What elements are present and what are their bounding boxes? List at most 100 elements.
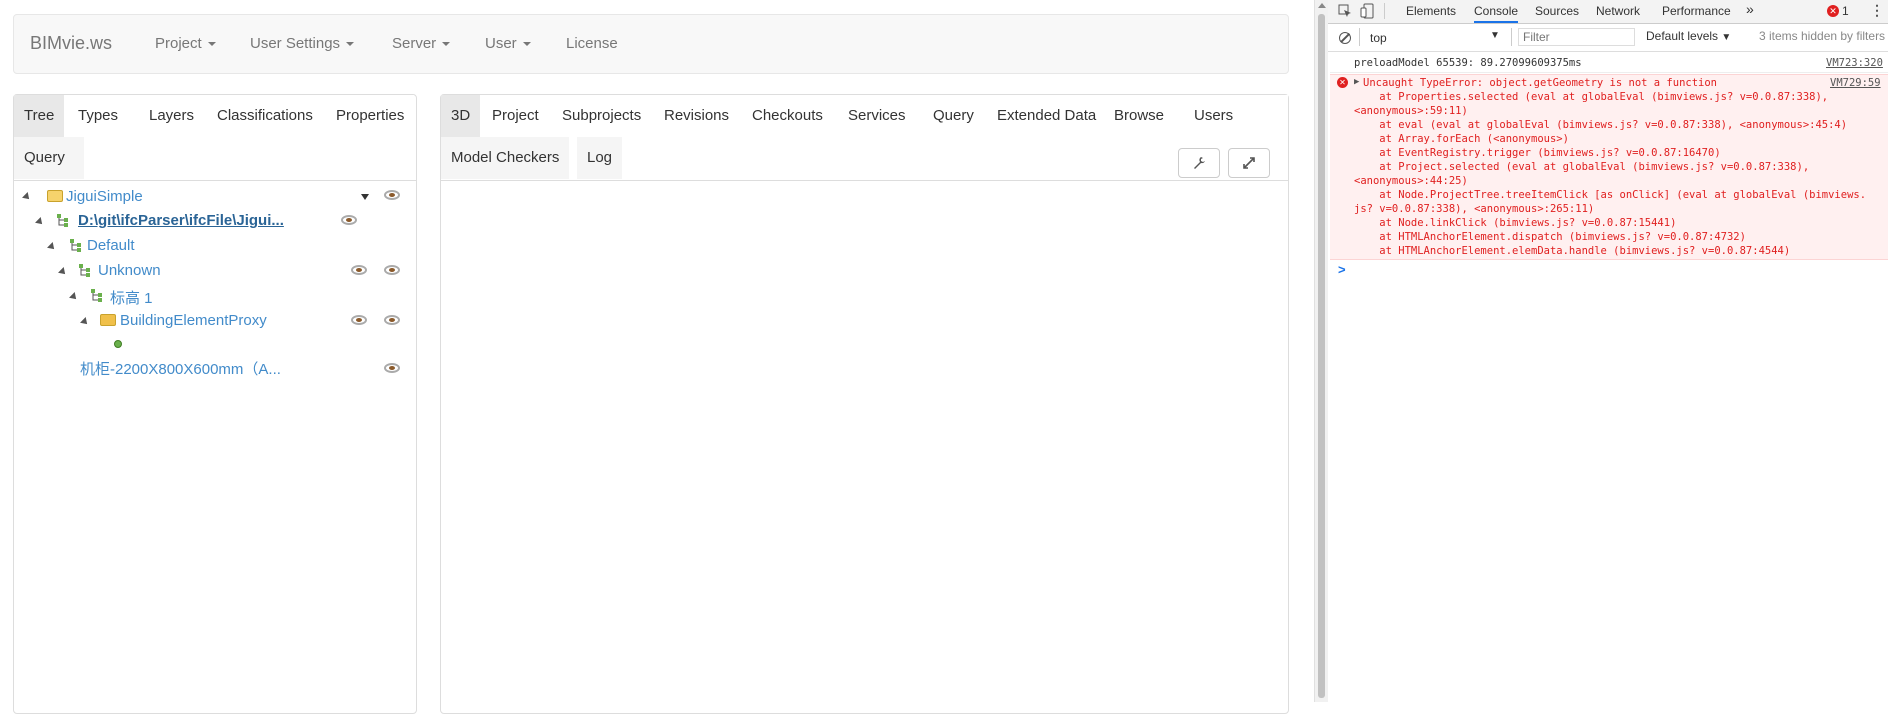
tab-3d[interactable]: 3D [441, 95, 481, 137]
wrench-icon [1194, 157, 1205, 169]
eye-icon[interactable] [351, 315, 367, 325]
divider [1359, 28, 1360, 46]
devtools-tab-elements[interactable]: Elements [1406, 4, 1456, 18]
error-source-link[interactable]: VM729:59 [1830, 77, 1881, 89]
context-selector[interactable]: top ▼ [1366, 28, 1506, 46]
folder-icon [47, 190, 63, 202]
eye-icon[interactable] [351, 265, 367, 275]
hierarchy-icon [70, 239, 81, 252]
tab-model-checkers[interactable]: Model Checkers [441, 137, 570, 179]
tab-log[interactable]: Log [577, 137, 623, 179]
nav-project-menu[interactable]: Project [155, 35, 216, 52]
nav-user-settings-label: User Settings [250, 35, 341, 52]
hierarchy-icon [57, 214, 68, 227]
caret-down-icon [442, 42, 451, 47]
eye-icon[interactable] [384, 190, 400, 200]
console-input[interactable] [1352, 262, 1882, 280]
tab-tree[interactable]: Tree [14, 95, 65, 137]
eye-icon[interactable] [384, 265, 400, 275]
tab-browse[interactable]: Browse [1104, 95, 1174, 137]
expand-toggle-icon[interactable] [35, 217, 45, 227]
device-toolbar-icon[interactable] [1360, 3, 1374, 19]
caret-down-icon [346, 42, 355, 47]
tab-query[interactable]: Query [14, 137, 84, 179]
viewer-3d-canvas[interactable] [441, 181, 1288, 702]
tab-properties[interactable]: Properties [326, 95, 415, 137]
error-icon: ✕ [1337, 77, 1348, 88]
tree-item-jiguisimple[interactable]: JiguiSimple [66, 188, 143, 205]
tab-classifications[interactable]: Classifications [207, 95, 323, 137]
more-tabs-chevron-icon[interactable]: » [1746, 1, 1754, 17]
log-source-link[interactable]: VM723:320 [1826, 57, 1883, 69]
stack-line[interactable]: at eval (eval at globalEval (bimviews.js… [1354, 119, 1847, 131]
stack-line: <anonymous>:59:11) [1354, 105, 1468, 117]
right-tabbar: 3D Project Subprojects Revisions Checkou… [441, 95, 1288, 181]
settings-wrench-button[interactable] [1178, 148, 1220, 178]
nav-user-menu[interactable]: User [485, 35, 531, 52]
tab-extended-data[interactable]: Extended Data [987, 95, 1106, 137]
tab-revisions[interactable]: Revisions [654, 95, 739, 137]
tree-item-unknown[interactable]: Unknown [98, 262, 161, 279]
expand-toggle-icon[interactable] [80, 317, 90, 327]
stack-line[interactable]: at Project.selected (eval at globalEval … [1354, 161, 1809, 173]
expand-toggle-icon[interactable] [69, 292, 79, 302]
log-levels-dropdown[interactable]: Default levels ▼ [1646, 29, 1731, 43]
hierarchy-icon [91, 289, 102, 302]
devtools-menu-kebab-icon[interactable]: ⋮ [1870, 2, 1884, 19]
nav-user-settings-menu[interactable]: User Settings [250, 35, 355, 52]
brand-logo[interactable]: BIMvie.ws [30, 33, 112, 54]
scroll-up-arrow-icon[interactable] [1318, 3, 1326, 8]
tab-services[interactable]: Services [838, 95, 916, 137]
error-count: 1 [1842, 4, 1849, 18]
devtools-tab-network[interactable]: Network [1596, 4, 1640, 18]
devtools-tab-performance[interactable]: Performance [1662, 4, 1731, 18]
tree-item-default[interactable]: Default [87, 237, 135, 254]
expand-error-triangle-icon[interactable]: ▶ [1354, 77, 1359, 87]
dropdown-caret-icon[interactable] [361, 194, 369, 200]
expand-toggle-icon[interactable] [58, 267, 68, 277]
nav-server-label: Server [392, 35, 437, 52]
nav-project-label: Project [155, 35, 202, 52]
nav-user-label: User [485, 35, 517, 52]
tab-checkouts[interactable]: Checkouts [742, 95, 833, 137]
tab-project[interactable]: Project [482, 95, 549, 137]
clear-console-icon[interactable] [1339, 32, 1351, 44]
tree-item-ifc-file[interactable]: D:\git\ifcParser\ifcFile\Jigui... [78, 212, 284, 229]
scrollbar-thumb[interactable] [1318, 14, 1325, 698]
stack-line[interactable]: at Properties.selected (eval at globalEv… [1354, 91, 1828, 103]
tabbar-divider [14, 180, 416, 181]
devtools-tabbar: Elements Console Sources Network Perform… [1328, 0, 1888, 24]
console-filter-input[interactable] [1518, 28, 1635, 46]
tab-query[interactable]: Query [923, 95, 984, 137]
tree-item-building-element-proxy[interactable]: BuildingElementProxy [120, 312, 267, 329]
tab-layers[interactable]: Layers [139, 95, 205, 137]
nav-license-link[interactable]: License [566, 35, 618, 52]
eye-icon[interactable] [384, 315, 400, 325]
fullscreen-button[interactable] [1228, 148, 1270, 178]
stack-line[interactable]: js? v=0.0.87:338), <anonymous>:265:11) [1354, 203, 1594, 215]
stack-line[interactable]: at HTMLAnchorElement.dispatch (bimviews.… [1354, 231, 1746, 243]
nav-server-menu[interactable]: Server [392, 35, 451, 52]
tab-types[interactable]: Types [68, 95, 129, 137]
tab-subprojects[interactable]: Subprojects [552, 95, 651, 137]
error-count-icon[interactable]: ✕ [1827, 5, 1839, 17]
eye-icon[interactable] [341, 215, 357, 225]
expand-toggle-icon[interactable] [22, 192, 32, 202]
devtools-tab-console[interactable]: Console [1474, 4, 1519, 23]
page-scrollbar[interactable] [1314, 0, 1328, 702]
stack-line[interactable]: at EventRegistry.trigger (bimviews.js? v… [1354, 147, 1720, 159]
dropdown-arrow-icon: ▼ [1721, 32, 1732, 43]
tab-users[interactable]: Users [1184, 95, 1243, 137]
stack-line[interactable]: at Node.ProjectTree.treeItemClick [as on… [1354, 189, 1866, 201]
folder-open-icon [100, 314, 116, 326]
eye-icon[interactable] [384, 363, 400, 373]
expand-icon [1243, 157, 1255, 169]
inspect-element-icon[interactable] [1338, 4, 1352, 18]
stack-line[interactable]: at HTMLAnchorElement.elemData.handle (bi… [1354, 245, 1790, 257]
console-log-line: preloadModel 65539: 89.27099609375ms [1354, 57, 1582, 69]
expand-toggle-icon[interactable] [47, 242, 57, 252]
devtools-tab-sources[interactable]: Sources [1535, 4, 1579, 18]
tree-item-cabinet[interactable]: 机柜-2200X800X600mm（A... [80, 358, 281, 379]
tree-item-level-1[interactable]: 标高 1 [110, 287, 153, 308]
stack-line[interactable]: at Node.linkClick (bimviews.js? v=0.0.87… [1354, 217, 1676, 229]
